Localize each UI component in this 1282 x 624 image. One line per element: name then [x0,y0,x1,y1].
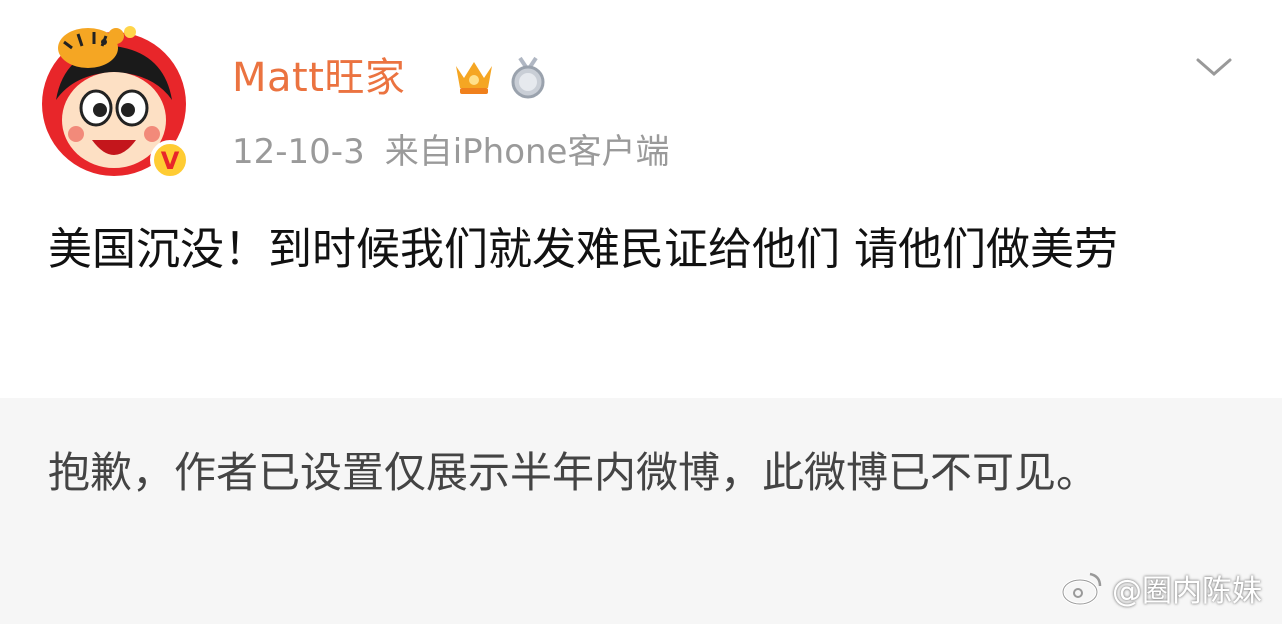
post-content: 美国沉没！到时候我们就发难民证给他们 请他们做美劳 [48,224,1118,275]
post-source[interactable]: 来自iPhone客户端 [385,132,670,172]
username[interactable]: Matt旺家 [232,52,405,104]
post-meta: 12-10-3 来自iPhone客户端 [232,128,669,176]
verified-badge: V [161,147,180,175]
watermark: @圈内陈妹 [1060,568,1262,609]
post-date[interactable]: 12-10-3 [232,132,365,172]
weibo-logo-icon [1061,572,1102,606]
watermark-text: @圈内陈妹 [1112,574,1262,609]
medal-icon[interactable] [508,56,548,100]
avatar-icon: V [42,26,190,180]
weibo-post: V Matt旺家 12-10-3 来自iPhone客户端 美国沉没！到时候我们就发… [0,0,1282,398]
deleted-notice-text: 抱歉，作者已设置仅展示半年内微博，此微博已不可见。 [48,448,1099,497]
vip-crown-icon[interactable] [452,58,496,98]
avatar[interactable]: V [34,12,194,182]
chevron-down-icon[interactable] [1194,54,1234,80]
